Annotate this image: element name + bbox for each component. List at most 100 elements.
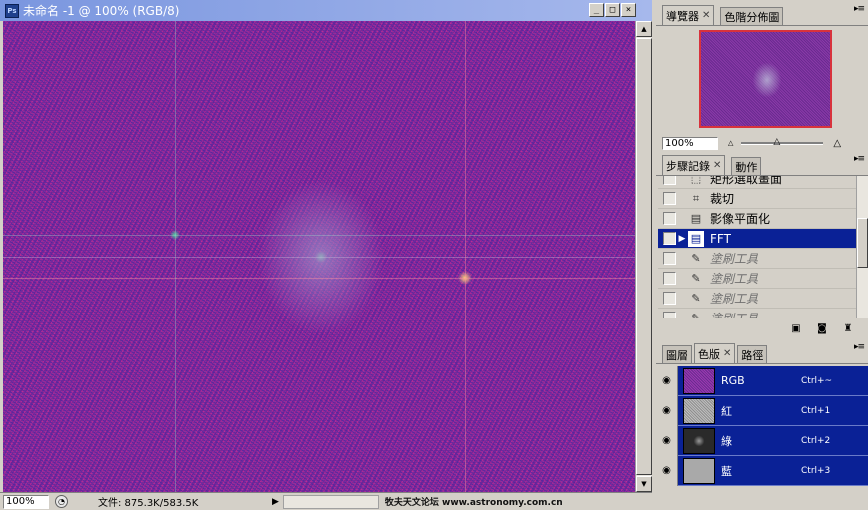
panel-menu-icon[interactable]: ▸≡ [854,154,865,164]
zoom-in-icon[interactable]: △ [833,138,841,149]
horizontal-scrollbar[interactable] [282,494,379,509]
snapshot-checkbox[interactable] [663,292,676,305]
maximize-button[interactable]: □ [605,3,620,17]
panel-menu-icon[interactable]: ▸≡ [854,342,865,352]
history-item[interactable]: ✎ 塗刷工具 [658,249,856,269]
canvas[interactable] [3,21,635,492]
history-scrollbar[interactable] [856,176,868,318]
channel-row-green[interactable]: ◉ 綠 Ctrl+2 [656,425,868,456]
history-item[interactable]: ▤ 影像平面化 [658,209,856,229]
history-item-label: 裁切 [710,192,735,206]
new-document-from-state-icon[interactable]: ▣ [790,323,802,334]
history-item[interactable]: ⬚ 矩形選取畫面 [658,176,856,189]
tab-label: 動作 [735,160,758,174]
navigator-zoom-input[interactable]: 100% [662,136,718,150]
tab-label: 導覽器 [666,9,699,23]
snapshot-checkbox[interactable] [663,312,676,318]
channel-row-rgb[interactable]: ◉ RGB Ctrl+~ [656,365,868,396]
snapshot-checkbox[interactable] [663,272,676,285]
channel-name: RGB [721,374,745,387]
history-item-label: 塗刷工具 [710,252,759,266]
history-item-selected[interactable]: ▶ ▤ FFT [658,229,856,249]
channel-shortcut: Ctrl+1 [801,405,831,416]
status-info-icon[interactable]: ◔ [55,495,68,508]
close-icon[interactable]: ✕ [702,10,710,21]
vertical-scrollbar[interactable]: ▲ ▼ [635,21,652,492]
crop-icon: ⌗ [692,191,700,205]
document-window: Ps 未命名 -1 @ 100% (RGB/8) _ □ × ▲ ▼ 100% … [0,0,652,510]
eye-icon[interactable]: ◉ [656,395,678,426]
channel-name: 綠 [721,434,732,448]
tab-histogram[interactable]: 色階分佈圖 [720,7,784,25]
slider-knob-icon[interactable]: △ [773,137,780,147]
tab-label: 路徑 [741,348,764,362]
tab-navigator[interactable]: 導覽器 ✕ [662,5,715,25]
document-title: 未命名 -1 @ 100% (RGB/8) [23,4,180,18]
snapshot-checkbox[interactable] [663,212,676,225]
fft-spectrum-image [3,21,635,492]
channel-thumbnail [683,427,715,454]
zoom-slider[interactable]: △ [741,137,824,147]
tab-layers[interactable]: 圖層 [662,345,692,363]
navigator-tabbar: 導覽器 ✕ 色階分佈圖 [656,4,868,26]
tab-history[interactable]: 步驟記錄 ✕ [662,155,726,175]
snapshot-checkbox[interactable] [663,176,676,185]
eye-icon[interactable]: ◉ [656,365,678,396]
history-tabbar: 步驟記錄 ✕ 動作 [656,154,868,176]
panels-dock: 導覽器 ✕ 色階分佈圖 ▸≡ 100% △ △ △ 步驟記錄 ✕ 動作 ▸≡ ⬚… [656,0,868,510]
channel-row-red[interactable]: ◉ 紅 Ctrl+1 [656,395,868,426]
snapshot-checkbox[interactable] [663,192,676,205]
navigator-zoom-controls: 100% △ △ △ [662,136,866,150]
tab-label: 步驟記錄 [666,159,710,173]
spectrum-streak [175,21,176,492]
channels-tabbar: 圖層 色版 ✕ 路徑 [656,342,868,364]
snapshot-camera-icon[interactable]: ◙ [816,323,828,334]
history-state-marker-icon[interactable]: ▶ [676,234,688,244]
snapshot-checkbox[interactable] [663,252,676,265]
close-button[interactable]: × [621,3,636,17]
history-item[interactable]: ✎ 塗刷工具 [658,289,856,309]
document-titlebar[interactable]: Ps 未命名 -1 @ 100% (RGB/8) _ □ × [0,0,652,21]
close-icon[interactable]: ✕ [723,348,731,359]
history-item-label: FFT [710,231,731,246]
history-item-label: 塗刷工具 [710,292,759,306]
history-footer: ▣ ◙ ♜ [656,320,868,336]
marquee-icon: ⬚ [690,176,702,185]
tab-actions[interactable]: 動作 [731,157,762,175]
history-item[interactable]: ✎ 塗刷工具 [658,269,856,289]
scroll-up-icon[interactable]: ▲ [636,21,652,37]
tab-paths[interactable]: 路徑 [737,345,768,363]
document-icon: ▤ [688,230,704,247]
close-icon[interactable]: ✕ [713,160,721,171]
history-list: ⬚ 矩形選取畫面 ⌗ 裁切 ▤ 影像平面化 ▶ ▤ FFT ✎ 塗刷工具 ✎ 塗… [658,176,856,318]
file-size-info: 文件: 875.3K/583.5K [98,498,199,509]
zoom-out-icon[interactable]: △ [728,139,733,147]
eye-icon[interactable]: ◉ [656,455,678,486]
scroll-thumb[interactable] [636,38,652,475]
channel-thumbnail [683,457,715,484]
brush-icon: ✎ [691,251,701,265]
scroll-thumb[interactable] [857,218,868,268]
spectrum-streak [3,235,635,236]
minimize-button[interactable]: _ [589,3,604,17]
history-item[interactable]: ⌗ 裁切 [658,189,856,209]
history-item-label: 塗刷工具 [710,272,759,286]
status-menu-arrow-icon[interactable]: ▶ [272,497,279,507]
eye-icon[interactable]: ◉ [656,425,678,456]
tab-label: 色階分佈圖 [724,10,780,24]
history-item[interactable]: ✎ 塗刷工具 [658,309,856,318]
channel-row-blue[interactable]: ◉ 藍 Ctrl+3 [656,455,868,486]
channel-thumbnail [683,367,715,394]
history-item-label: 影像平面化 [710,212,771,226]
spectrum-streak [3,257,635,258]
scroll-down-icon[interactable]: ▼ [636,476,652,492]
brush-icon: ✎ [691,271,701,285]
navigator-preview[interactable] [699,30,832,128]
trash-icon[interactable]: ♜ [842,323,854,334]
tab-label: 色版 [698,347,720,361]
watermark-text: 牧夫天文论坛 www.astronomy.com.cn [384,498,563,508]
zoom-field[interactable]: 100% [3,494,49,509]
panel-menu-icon[interactable]: ▸≡ [854,4,865,14]
tab-channels[interactable]: 色版 ✕ [694,343,736,363]
snapshot-checkbox[interactable] [663,232,676,245]
